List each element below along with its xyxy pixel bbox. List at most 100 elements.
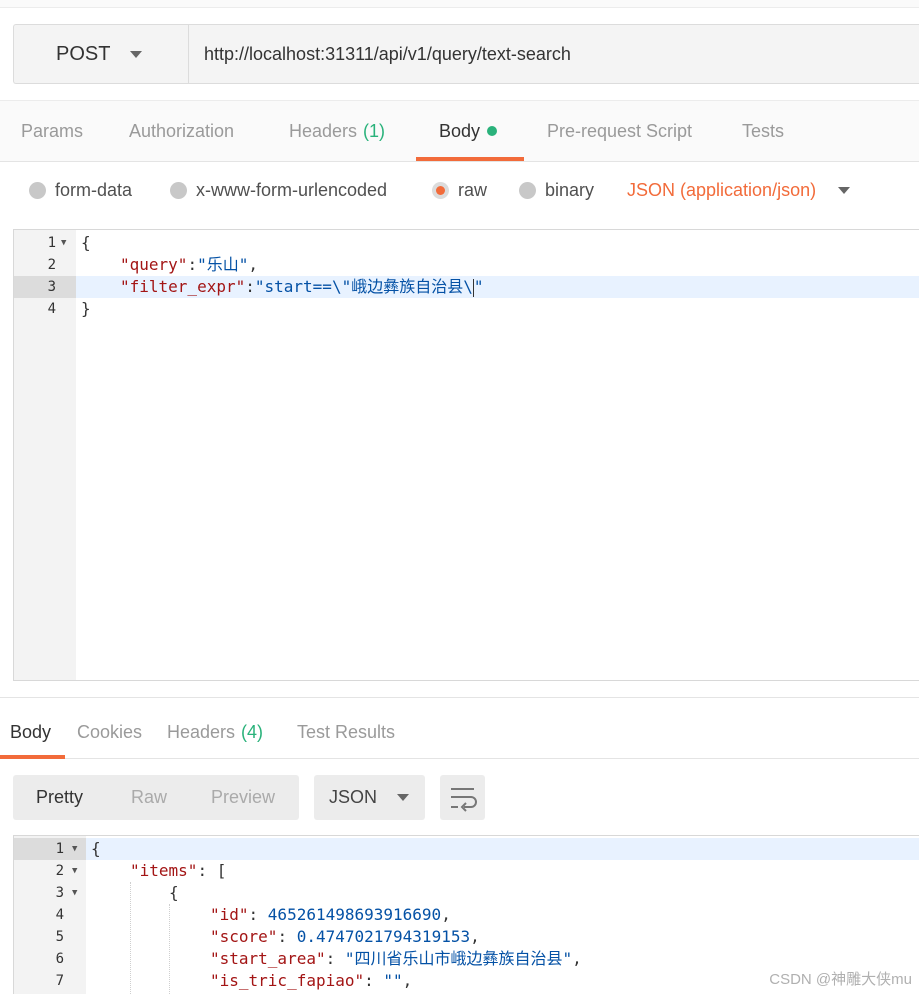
line-number: 2 — [47, 257, 56, 273]
editor-line-active: 3 "filter_expr":"start==\"峨边彝族自治县\" — [14, 276, 919, 298]
fold-arrow-icon[interactable]: ▼ — [72, 860, 77, 882]
headers-count: (1) — [363, 120, 386, 141]
view-mode-toggle: Pretty Raw Preview — [13, 775, 299, 820]
watermark: CSDN @神雕大侠mu — [766, 967, 915, 990]
json-key: "start_area" — [210, 949, 326, 968]
format-label: JSON — [329, 787, 378, 807]
response-divider — [0, 697, 919, 698]
viewer-line: 4 "id": 465261498693916690, — [14, 904, 919, 926]
line-number: 4 — [47, 301, 56, 317]
json-punct: , — [402, 971, 413, 990]
method-dropdown[interactable]: POST — [14, 25, 189, 83]
tab-label: Cookies — [77, 721, 143, 742]
fold-arrow-icon[interactable]: ▼ — [72, 838, 77, 860]
radio-label: x-www-form-urlencoded — [196, 180, 388, 200]
json-punct: " — [473, 277, 484, 296]
top-strip — [0, 0, 919, 8]
json-separator: : — [197, 861, 217, 880]
radio-x-www-form-urlencoded[interactable]: x-www-form-urlencoded — [170, 180, 387, 201]
method-label: POST — [56, 42, 111, 65]
request-body-editor[interactable]: 1 ▼ { 2 "query":"乐山", 3 "filter_expr":"s… — [13, 229, 919, 681]
radio-label: form-data — [55, 180, 133, 200]
tab-label: Body — [439, 120, 481, 141]
response-tab-body[interactable]: Body — [10, 706, 51, 758]
mode-preview[interactable]: Preview — [211, 787, 275, 808]
json-punct: , — [248, 255, 258, 274]
tab-tests[interactable]: Tests — [742, 101, 784, 161]
tab-label: Pre-request Script — [547, 120, 693, 141]
wrap-lines-button[interactable] — [440, 775, 485, 820]
tab-params[interactable]: Params — [21, 101, 83, 161]
json-punct: , — [441, 905, 451, 924]
json-separator: : — [187, 255, 198, 274]
viewer-line: 3 ▼ { — [14, 882, 919, 904]
viewer-line: 2 ▼ "items": [ — [14, 860, 919, 882]
format-dropdown[interactable]: JSON — [314, 775, 425, 820]
code-text: { — [81, 233, 91, 252]
json-key: "id" — [210, 905, 249, 924]
chevron-down-icon — [397, 794, 410, 801]
radio-binary[interactable]: binary — [519, 180, 594, 201]
json-key: "filter_expr" — [120, 277, 246, 296]
tab-pre-request-script[interactable]: Pre-request Script — [547, 101, 692, 161]
json-separator: : — [248, 905, 268, 924]
json-number: 465261498693916690 — [267, 905, 442, 924]
viewer-line-active: 1 ▼ { — [14, 838, 919, 860]
json-string: "乐山" — [197, 255, 249, 274]
mode-pretty[interactable]: Pretty — [36, 787, 83, 808]
code-text: { — [169, 883, 179, 902]
tab-headers[interactable]: Headers (1) — [289, 101, 385, 161]
json-key: "items" — [130, 861, 198, 880]
line-number: 1 — [55, 841, 64, 857]
fold-arrow-icon[interactable]: ▼ — [72, 882, 77, 904]
response-tab-headers[interactable]: Headers (4) — [167, 706, 263, 758]
mode-raw[interactable]: Raw — [131, 787, 167, 808]
radio-form-data[interactable]: form-data — [29, 180, 132, 201]
chevron-down-icon — [838, 187, 851, 194]
code-text: { — [91, 839, 101, 858]
json-separator: : — [245, 277, 255, 296]
content-type-label: JSON (application/json) — [627, 180, 817, 200]
radio-label: binary — [545, 180, 595, 200]
json-separator: : — [277, 927, 297, 946]
url-input[interactable]: http://localhost:31311/api/v1/query/text… — [189, 25, 919, 83]
editor-line: 2 "query":"乐山", — [14, 254, 919, 276]
headers-count: (4) — [241, 721, 264, 742]
tab-label: Body — [10, 721, 52, 742]
tab-body[interactable]: Body — [439, 101, 498, 161]
tab-authorization[interactable]: Authorization — [129, 101, 234, 161]
radio-circle-icon — [170, 182, 187, 199]
json-string: "start==\"峨边彝族自治县\ — [254, 277, 473, 296]
body-indicator-dot — [487, 126, 498, 136]
chevron-down-icon — [130, 50, 143, 58]
radio-circle-icon — [29, 182, 46, 199]
content-type-dropdown[interactable]: JSON (application/json) — [627, 180, 851, 201]
response-tabs: Body Cookies Headers (4) Test Results — [0, 706, 919, 759]
json-string: "四川省乐山市峨边彝族自治县" — [344, 949, 573, 968]
line-number: 6 — [55, 951, 64, 967]
viewer-line: 5 "score": 0.4747021794319153, — [14, 926, 919, 948]
line-number: 1 — [47, 235, 56, 251]
line-number: 4 — [55, 907, 64, 923]
request-bar: POST http://localhost:31311/api/v1/query… — [13, 24, 919, 84]
wrap-text-icon — [451, 788, 477, 812]
line-number: 3 — [55, 885, 64, 901]
editor-line: 1 ▼ { — [14, 232, 919, 254]
body-type-selector: form-data x-www-form-urlencoded raw bina… — [0, 162, 919, 222]
json-punct: [ — [216, 861, 227, 880]
tab-label: Params — [21, 120, 84, 141]
fold-arrow-icon[interactable]: ▼ — [61, 232, 66, 254]
json-string: "" — [383, 971, 403, 990]
radio-raw[interactable]: raw — [432, 180, 487, 201]
json-punct: , — [470, 927, 480, 946]
tab-label: Authorization — [129, 120, 235, 141]
radio-circle-icon — [519, 182, 536, 199]
response-tab-cookies[interactable]: Cookies — [77, 706, 142, 758]
code-text: } — [81, 299, 91, 318]
active-tab-underline — [0, 755, 65, 759]
json-key: "is_tric_fapiao" — [210, 971, 365, 990]
radio-selected-icon — [432, 182, 449, 199]
request-tabs: Params Authorization Headers (1) Body Pre… — [0, 100, 919, 162]
response-tab-test-results[interactable]: Test Results — [297, 706, 395, 758]
json-separator: : — [325, 949, 345, 968]
